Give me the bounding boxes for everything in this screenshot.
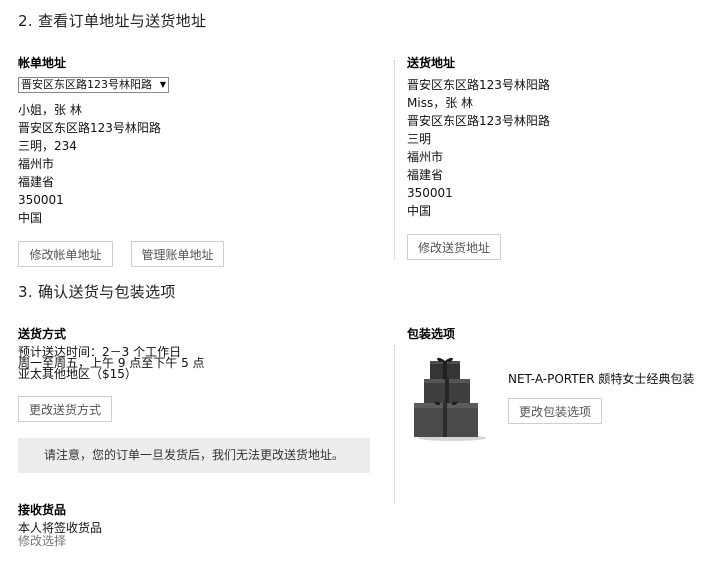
- manage-billing-address-button[interactable]: 管理账单地址: [131, 241, 224, 267]
- billing-line: 小姐，张 林: [18, 103, 82, 117]
- column-divider: [394, 60, 395, 260]
- delivery-heading: 送货方式: [18, 327, 67, 341]
- billing-line: 350001: [18, 193, 64, 207]
- shipping-notice: 请注意，您的订单一旦发货后，我们无法更改送货地址。: [18, 438, 370, 473]
- billing-line: 福州市: [18, 157, 55, 171]
- billing-heading: 帐单地址: [18, 56, 67, 70]
- gift-box-icon: [414, 357, 486, 441]
- billing-address-block: 小姐，张 林 晋安区东区路123号林阳路 三明，234 福州市 福建省 3500…: [18, 101, 161, 227]
- receipt-heading: 接收货品: [18, 503, 67, 517]
- billing-line: 中国: [18, 211, 43, 225]
- shipping-line: 三明: [407, 132, 432, 146]
- triangle-down-icon: ▼: [159, 80, 166, 89]
- delivery-details: 预计送达时间：2－3 个工作日 周一至周五，上午 9 点至下午 5 点 亚太其他…: [18, 346, 205, 381]
- shipping-line: 福建省: [407, 168, 444, 182]
- column-divider: [394, 345, 395, 503]
- packaging-heading: 包装选项: [407, 327, 456, 341]
- delivery-line: 亚太其他地区（$15）: [18, 367, 137, 381]
- edit-billing-address-button[interactable]: 修改帐单地址: [18, 241, 113, 267]
- shipping-line: 中国: [407, 204, 432, 218]
- change-packaging-button[interactable]: 更改包装选项: [508, 398, 602, 424]
- billing-address-select[interactable]: 晋安区东区路123号林阳路 ▼: [18, 77, 169, 93]
- billing-line: 福建省: [18, 175, 55, 189]
- shipping-line: 350001: [407, 186, 453, 200]
- billing-line: 晋安区东区路123号林阳路: [18, 121, 161, 135]
- edit-shipping-address-button[interactable]: 修改送货地址: [407, 234, 501, 260]
- shipping-line: 晋安区东区路123号林阳路: [407, 78, 550, 92]
- shipping-address-block: 晋安区东区路123号林阳路 Miss，张 林 晋安区东区路123号林阳路 三明 …: [407, 76, 550, 220]
- step2-title: 2. 查看订单地址与送货地址: [18, 12, 207, 30]
- billing-line: 三明，234: [18, 139, 77, 153]
- billing-select-value: 晋安区东区路123号林阳路: [21, 78, 152, 91]
- shipping-line: Miss，张 林: [407, 96, 474, 110]
- packaging-product-name: NET-A-PORTER 颇特女士经典包装: [508, 372, 695, 386]
- change-delivery-method-button[interactable]: 更改送货方式: [18, 396, 112, 422]
- change-receipt-link[interactable]: 修改选择: [18, 535, 66, 547]
- receipt-value: 本人将签收货品: [18, 521, 103, 535]
- shipping-line: 晋安区东区路123号林阳路: [407, 114, 550, 128]
- shipping-line: 福州市: [407, 150, 444, 164]
- shipping-heading: 送货地址: [407, 56, 456, 70]
- step3-title: 3. 确认送货与包装选项: [18, 283, 176, 301]
